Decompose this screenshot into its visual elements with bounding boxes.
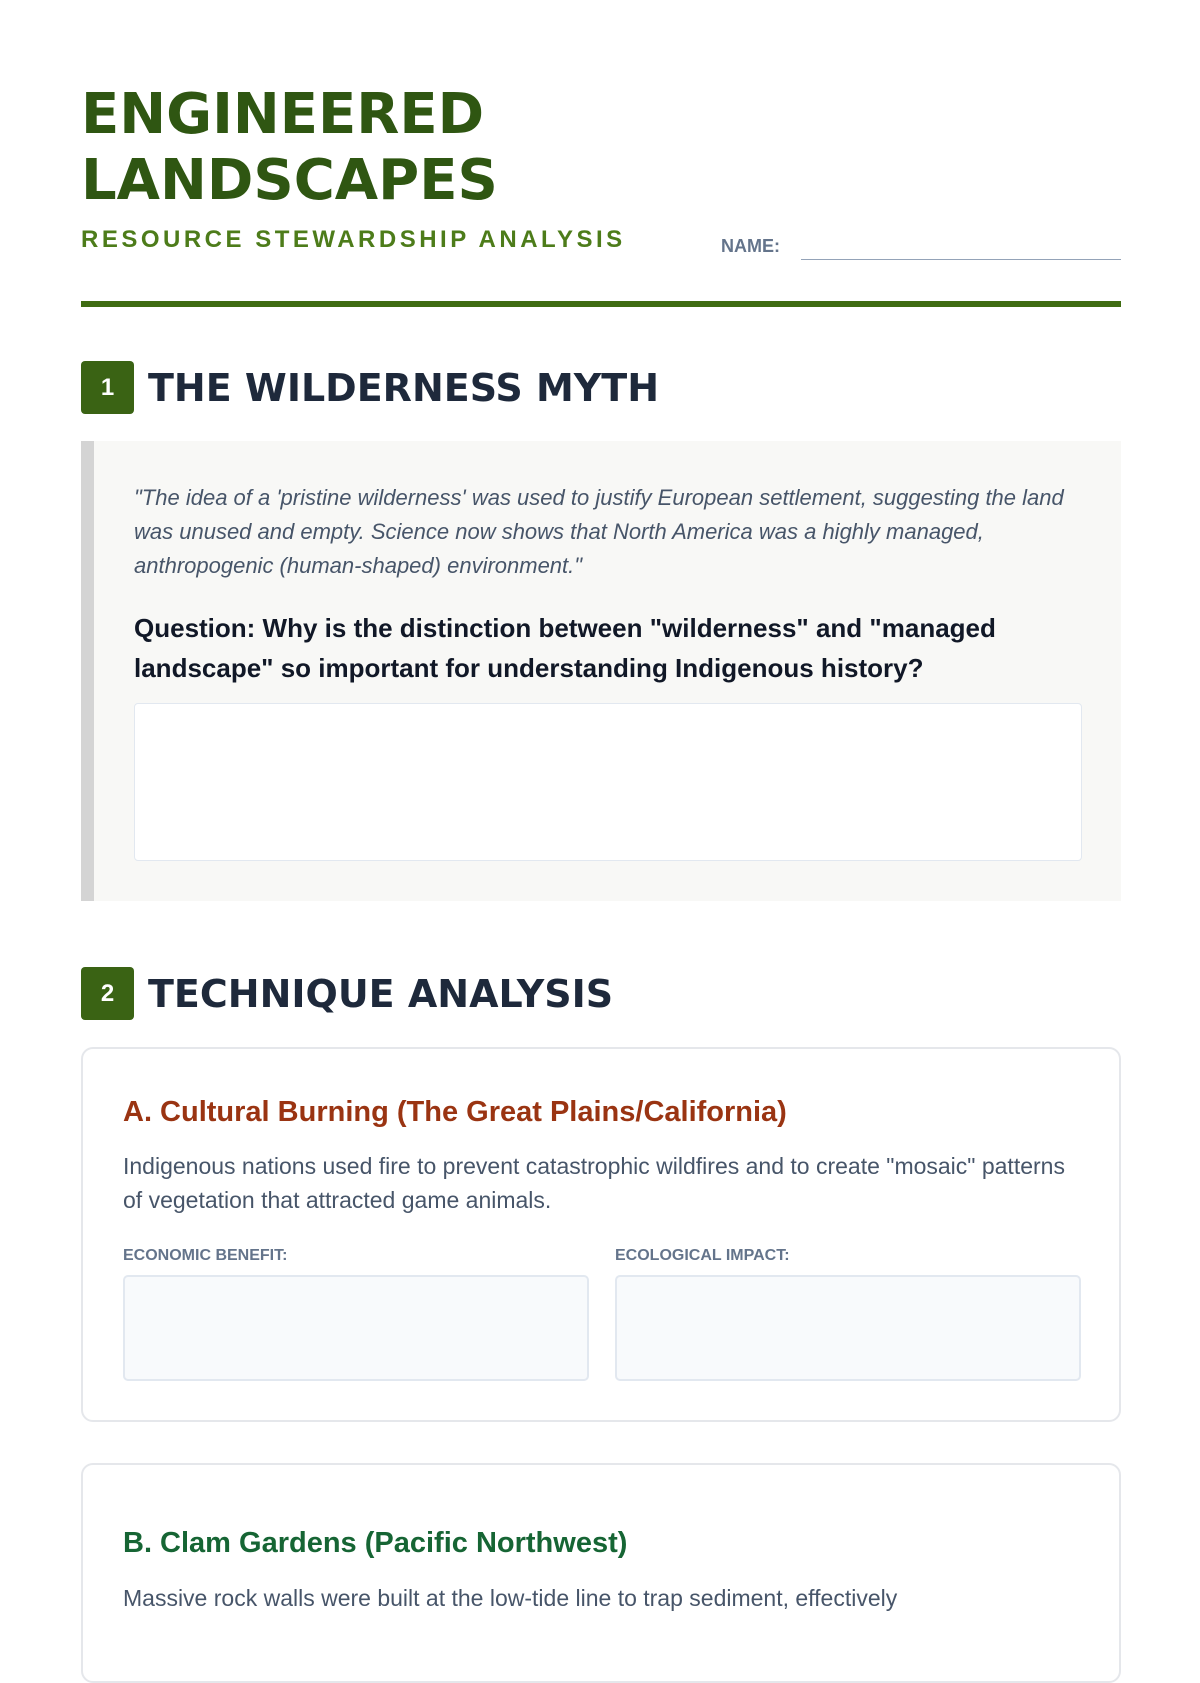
economic-benefit-input[interactable]	[123, 1275, 589, 1381]
technique-b-description: Massive rock walls were built at the low…	[123, 1585, 898, 1611]
wilderness-myth-panel: "The idea of a 'pristine wilderness' was…	[81, 441, 1121, 901]
name-label: NAME:	[721, 236, 780, 256]
technique-b-title: B. Clam Gardens (Pacific Northwest)	[123, 1527, 628, 1559]
wilderness-question: Question: Why is the distinction between…	[134, 613, 996, 683]
section-1-number-badge: 1	[81, 361, 134, 414]
wilderness-quote: "The idea of a 'pristine wilderness' was…	[134, 485, 1064, 578]
section-1-heading: 1 THE WILDERNESS MYTH	[81, 361, 1121, 415]
technique-card-clam-gardens: B. Clam Gardens (Pacific Northwest) Mass…	[81, 1463, 1121, 1683]
header-divider	[81, 301, 1121, 307]
section-2-title: TECHNIQUE ANALYSIS	[148, 972, 614, 1016]
page-subtitle: RESOURCE STEWARDSHIP ANALYSIS	[81, 226, 626, 253]
section-1-title: THE WILDERNESS MYTH	[148, 366, 660, 410]
title-line-2: LANDSCAPES	[81, 148, 498, 213]
title-line-1: ENGINEERED	[81, 82, 485, 147]
technique-card-cultural-burning: A. Cultural Burning (The Great Plains/Ca…	[81, 1047, 1121, 1422]
wilderness-answer-box[interactable]	[134, 703, 1082, 861]
section-2-number-badge: 2	[81, 967, 134, 1020]
section-2-heading: 2 TECHNIQUE ANALYSIS	[81, 967, 1121, 1021]
ecological-impact-label: ECOLOGICAL IMPACT:	[615, 1247, 790, 1264]
ecological-impact-input[interactable]	[615, 1275, 1081, 1381]
technique-a-description: Indigenous nations used fire to prevent …	[123, 1153, 1065, 1213]
page-title: ENGINEERED LANDSCAPES	[81, 82, 498, 214]
technique-a-title: A. Cultural Burning (The Great Plains/Ca…	[123, 1096, 787, 1128]
name-input-line[interactable]	[801, 259, 1121, 260]
economic-benefit-label: ECONOMIC BENEFIT:	[123, 1247, 288, 1264]
